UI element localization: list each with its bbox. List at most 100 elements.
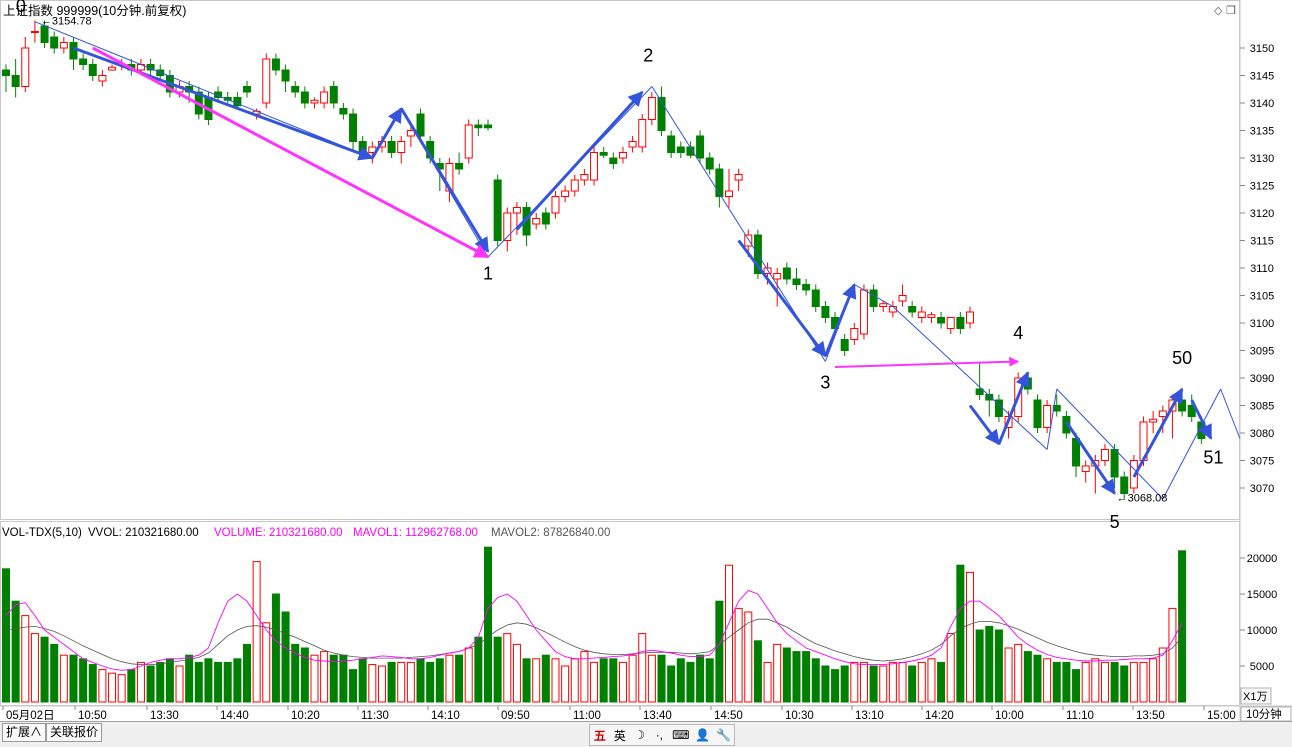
candle xyxy=(580,169,589,186)
volume-bar xyxy=(1014,643,1023,703)
volume-bar xyxy=(1062,661,1071,703)
candle-body xyxy=(310,99,319,104)
settings-icon[interactable]: 🔧 xyxy=(716,728,731,742)
volume-bar xyxy=(194,661,203,703)
wubi-icon[interactable]: 五 xyxy=(593,727,607,744)
volume-bar xyxy=(561,665,570,703)
volume-bar xyxy=(609,658,618,703)
candle-body xyxy=(40,25,49,43)
candle xyxy=(21,37,30,92)
volume-bar xyxy=(937,661,946,703)
candle xyxy=(551,191,560,219)
window-maximize-icon[interactable]: ❐ xyxy=(1226,5,1236,17)
wave-label: 1 xyxy=(483,263,493,283)
wave-label: 50 xyxy=(1172,348,1192,368)
candle xyxy=(271,53,280,76)
candle xyxy=(522,202,531,246)
volume-bar xyxy=(214,661,223,703)
candle xyxy=(339,103,348,120)
candle-body xyxy=(262,58,271,104)
candle-body xyxy=(966,311,974,324)
blue-arrow xyxy=(824,283,857,357)
vol-indicator-name[interactable]: VOL-TDX(5,10) xyxy=(2,527,82,539)
volume-bar xyxy=(647,654,656,703)
candle-body xyxy=(859,289,868,335)
candle xyxy=(792,268,801,290)
price-tick-label: 3120 xyxy=(1250,208,1274,220)
candle xyxy=(1100,444,1109,466)
candle xyxy=(561,185,570,202)
candle-body xyxy=(744,234,753,247)
volume-bar xyxy=(21,615,30,703)
candle-body xyxy=(243,86,251,93)
candle-body xyxy=(937,317,946,324)
candle-body xyxy=(946,317,955,329)
volume-bar xyxy=(975,629,984,703)
candle xyxy=(291,81,300,98)
candle xyxy=(108,64,117,71)
candlestick-chart[interactable]: 3150314531403135313031253120311531103105… xyxy=(0,0,1292,746)
volume-bar xyxy=(821,665,830,703)
volume-bar xyxy=(136,661,145,703)
expand-tab[interactable]: 扩展∧ xyxy=(2,723,47,742)
volume-bar xyxy=(946,633,955,703)
volume-bar xyxy=(744,611,753,703)
keyboard-icon[interactable]: ⌨ xyxy=(672,728,689,742)
volume-bar xyxy=(599,658,608,703)
price-tick-label: 3135 xyxy=(1250,126,1274,138)
volume-bar xyxy=(850,661,859,703)
wave-annotations: 0123455051←3154.78←3068.08 xyxy=(16,0,1241,532)
candle xyxy=(667,130,676,158)
candle xyxy=(397,136,406,164)
punctuation-icon[interactable]: ·, xyxy=(652,728,666,742)
candle xyxy=(821,301,830,323)
candle xyxy=(310,97,319,109)
volume-bar xyxy=(840,665,849,703)
candle xyxy=(281,64,290,92)
related-quotes-tab[interactable]: 关联报价 xyxy=(46,723,103,742)
volume-bar xyxy=(676,658,685,703)
candle xyxy=(590,147,599,186)
candle xyxy=(320,86,329,109)
candle xyxy=(2,64,10,92)
volume-bar xyxy=(879,665,888,703)
price-tick-label: 3070 xyxy=(1250,483,1274,495)
volume-bar xyxy=(156,661,165,703)
volume-bar xyxy=(493,636,502,703)
candle-body xyxy=(667,135,676,153)
candle xyxy=(975,361,984,400)
volume-bar xyxy=(705,658,714,703)
candle xyxy=(243,81,251,98)
candle xyxy=(599,147,608,158)
moon-icon[interactable]: ☽ xyxy=(633,728,647,742)
candle xyxy=(782,262,791,285)
english-mode-icon[interactable]: 英 xyxy=(613,727,627,744)
candle-body xyxy=(840,339,849,351)
candle xyxy=(474,119,483,136)
candle xyxy=(966,306,974,329)
candle xyxy=(869,284,878,312)
ime-toolbar: 五 英 ☽ ·, ⌨ 👤 🔧 xyxy=(589,724,735,746)
wave-label: 2 xyxy=(643,45,653,65)
period-label[interactable]: 10分钟 xyxy=(1246,707,1282,721)
user-icon[interactable]: 👤 xyxy=(695,728,710,742)
volume-bar xyxy=(1081,661,1090,703)
price-tick-label: 3090 xyxy=(1250,373,1274,385)
window-restore-icon[interactable]: ◇ xyxy=(1214,5,1223,17)
candle xyxy=(50,31,59,54)
candle xyxy=(840,334,849,356)
volume-bar xyxy=(108,672,117,703)
candle xyxy=(715,163,724,208)
volume-bar xyxy=(956,564,965,703)
price-panel-frame xyxy=(0,0,1240,520)
candle xyxy=(300,86,309,109)
candle-body xyxy=(638,119,647,148)
volume-bar xyxy=(88,664,97,703)
volume-bar xyxy=(1004,647,1013,703)
price-tick-label: 3100 xyxy=(1250,318,1274,330)
candle xyxy=(956,312,965,334)
candle-body xyxy=(59,42,68,49)
candle-body xyxy=(618,152,627,159)
candle-body xyxy=(493,179,502,241)
candle-body xyxy=(802,284,811,291)
